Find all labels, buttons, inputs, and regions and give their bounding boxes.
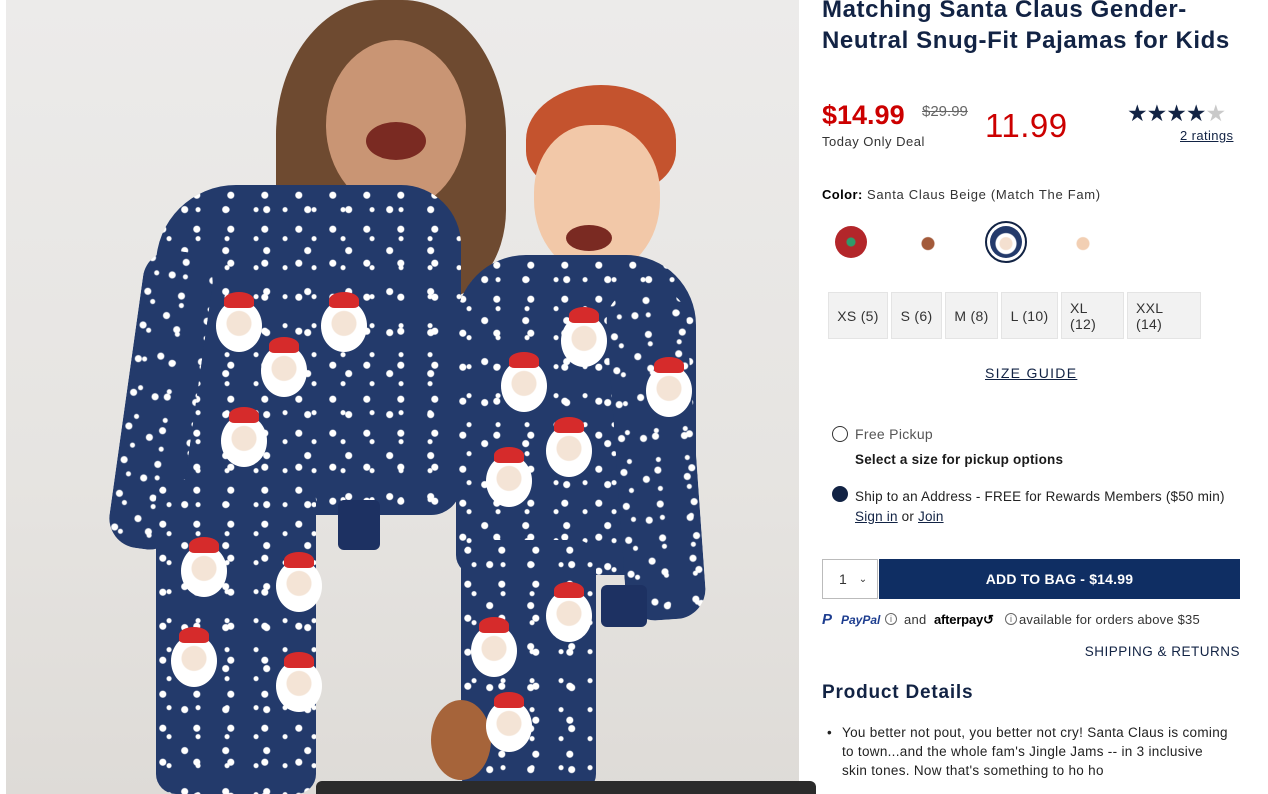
product-info-panel: Matching Santa Claus Gender-Neutral Snug… [822, 0, 1242, 794]
product-details-heading: Product Details [822, 682, 974, 703]
santa-print [486, 692, 532, 752]
santa-print [546, 582, 592, 642]
star-icon: ★ [1185, 100, 1207, 126]
size-option-xl[interactable]: XL (12) [1061, 292, 1124, 339]
size-option-xxl[interactable]: XXL (14) [1127, 292, 1201, 339]
bottom-toolbar [316, 781, 816, 794]
alternate-price: 11.99 [985, 107, 1068, 144]
girl-smile [366, 122, 426, 160]
star-empty-icon: ★ [1205, 100, 1227, 126]
star-rating: ★★★★★ [1127, 100, 1227, 127]
size-guide-link[interactable]: SIZE GUIDE [985, 365, 1077, 381]
santa-print [171, 627, 217, 687]
chevron-down-icon: ⌄ [858, 573, 868, 585]
santa-print [471, 617, 517, 677]
deal-label: Today Only Deal [822, 134, 925, 149]
product-details-list: You better not pout, you better not cry!… [827, 723, 1232, 780]
list-item: You better not pout, you better not cry!… [827, 723, 1232, 780]
ship-option-text: Ship to an Address - FREE for Rewards Me… [855, 487, 1240, 527]
color-label: Color: [822, 187, 863, 202]
ratings-link[interactable]: 2 ratings [1180, 128, 1233, 143]
size-selector: XS (5) S (6) M (8) L (10) XL (12) XXL (1… [828, 292, 1201, 339]
payment-and-text: and [904, 612, 927, 627]
shipping-returns-link[interactable]: SHIPPING & RETURNS [1085, 644, 1240, 659]
paypal-logo-icon: P [822, 611, 833, 628]
santa-print [221, 407, 267, 467]
star-icon: ★ [1127, 100, 1148, 126]
santa-beige-swatch-image [990, 226, 1022, 258]
girl-cuff [338, 500, 380, 550]
santa-print [261, 337, 307, 397]
santa-print [486, 447, 532, 507]
selected-color-name: Santa Claus Beige (Match The Fam) [866, 187, 1101, 202]
santa-print [546, 417, 592, 477]
santa-print [276, 552, 322, 612]
paypal-logo: PayPal [841, 613, 881, 627]
sign-in-link[interactable]: Sign in [855, 509, 898, 524]
pickup-radio[interactable] [832, 426, 848, 442]
afterpay-note: available for orders above $35 [1019, 612, 1200, 627]
pickup-note: Select a size for pickup options [855, 452, 1064, 467]
product-image[interactable] [6, 0, 799, 794]
info-icon[interactable]: i [885, 613, 897, 625]
santa-print [181, 537, 227, 597]
santa-print [321, 292, 367, 352]
color-selection: Color: Santa Claus Beige (Match The Fam) [822, 187, 1101, 202]
star-icon: ★ [1146, 100, 1168, 126]
slipper [431, 700, 491, 780]
santa-print [501, 352, 547, 412]
join-link[interactable]: Join [918, 509, 944, 524]
ship-radio[interactable] [832, 486, 848, 502]
payment-options: P PayPal i and afterpay↺ i available for… [822, 611, 1242, 629]
quantity-value: 1 [839, 571, 847, 587]
size-option-l[interactable]: L (10) [1001, 292, 1058, 339]
or-text: or [901, 509, 915, 524]
boy-smile [566, 225, 612, 251]
santa-print [276, 652, 322, 712]
original-price: $29.99 [922, 103, 968, 120]
pickup-label: Free Pickup [855, 426, 933, 442]
info-icon[interactable]: i [1005, 613, 1017, 625]
boy-face [534, 125, 660, 275]
ship-label: Ship to an Address - FREE for Rewards Me… [855, 489, 1225, 504]
product-title: Matching Santa Claus Gender-Neutral Snug… [822, 0, 1230, 54]
quantity-select[interactable]: 1 ⌄ [822, 559, 878, 599]
santa-print [216, 292, 262, 352]
red-print-swatch[interactable] [835, 226, 867, 258]
santa-cream-swatch[interactable] [1067, 226, 1099, 258]
add-to-bag-button[interactable]: ADD TO BAG - $14.99 [879, 559, 1240, 599]
santa-print [646, 357, 692, 417]
santa-light-swatch[interactable] [912, 226, 944, 258]
size-option-m[interactable]: M (8) [945, 292, 998, 339]
sale-price: $14.99 [822, 100, 905, 130]
size-option-s[interactable]: S (6) [891, 292, 942, 339]
size-option-xs[interactable]: XS (5) [828, 292, 888, 339]
afterpay-logo-text: afterpay [934, 612, 983, 627]
santa-beige-swatch[interactable] [985, 221, 1027, 263]
boy-cuff [601, 585, 647, 627]
santa-print [561, 307, 607, 367]
star-icon: ★ [1166, 100, 1187, 126]
afterpay-logo: afterpay↺ [934, 612, 994, 627]
